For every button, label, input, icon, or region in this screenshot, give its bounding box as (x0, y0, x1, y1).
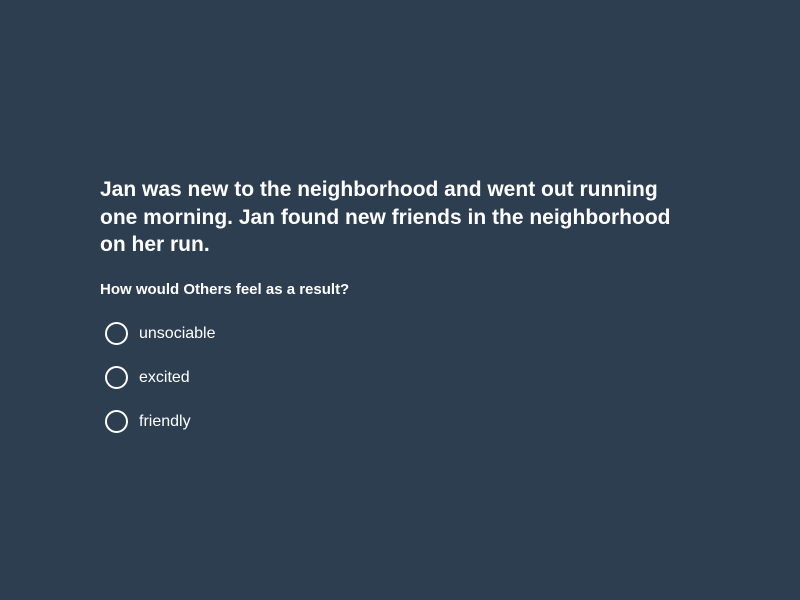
answer-option-unsociable[interactable]: unsociable (100, 312, 700, 356)
answer-label-friendly[interactable]: friendly (139, 413, 191, 431)
answer-label-unsociable[interactable]: unsociable (139, 325, 216, 343)
context-text: Jan was new to the neighborhood and went… (100, 178, 671, 256)
radio-button-unsociable[interactable] (105, 322, 128, 345)
question-text: How would Others feel as a result? (100, 280, 350, 298)
quiz-panel: Jan was new to the neighborhood and went… (100, 176, 700, 444)
answer-options: unsociable excited friendly (100, 312, 700, 444)
answer-option-friendly[interactable]: friendly (100, 400, 700, 444)
answer-label-excited[interactable]: excited (139, 369, 190, 387)
answer-option-excited[interactable]: excited (100, 356, 700, 400)
radio-button-friendly[interactable] (105, 410, 128, 433)
radio-button-excited[interactable] (105, 366, 128, 389)
